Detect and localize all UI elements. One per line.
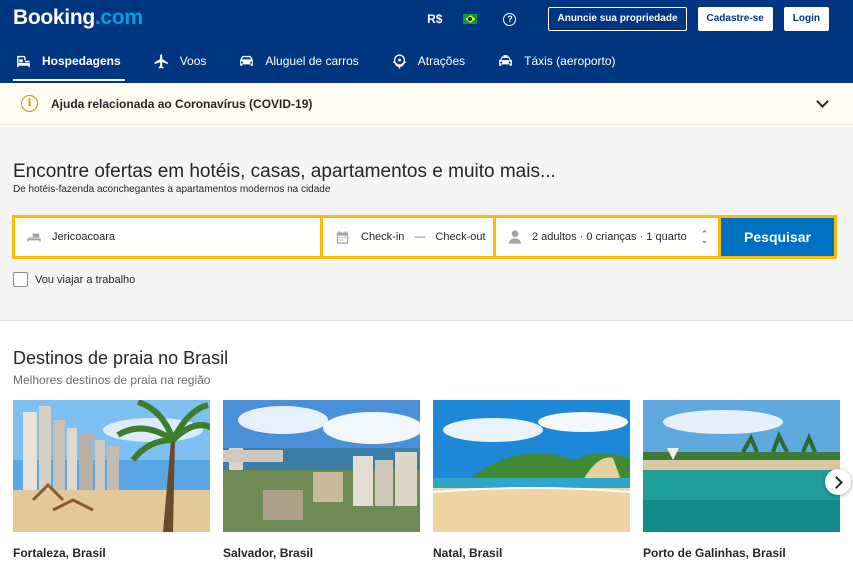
nav-item-airport-taxis[interactable]: Táxis (aeroporto) (495, 43, 619, 79)
register-button[interactable]: Cadastre-se (697, 7, 773, 31)
destination-name[interactable]: Natal, Brasil (433, 546, 630, 560)
brazil-flag-icon[interactable] (463, 14, 478, 24)
taxi-icon (499, 54, 513, 66)
destination-card-salvador[interactable]: Salvador, Brasil (223, 400, 420, 560)
guests-summary: 2 adultos · 0 crianças · 1 quarto (532, 231, 687, 243)
chevron-updown-icon: ⌃ ⌄ (700, 229, 709, 245)
site-header: Booking.com R$ ? Anuncie sua propriedade… (0, 0, 853, 83)
destination-photo-salvador[interactable] (223, 400, 420, 532)
work-trip-checkbox[interactable] (13, 272, 28, 287)
destination-name[interactable]: Porto de Galinhas, Brasil (643, 546, 840, 560)
carousel-next-button[interactable] (825, 469, 851, 495)
work-trip-label: Vou viajar a trabalho (35, 273, 136, 286)
bed-icon (17, 55, 30, 67)
nav-item-label: Aluguel de carros (265, 54, 359, 68)
logo-main-text: Booking (13, 6, 95, 29)
currency-selector[interactable]: R$ (427, 12, 442, 26)
chevron-down-icon[interactable] (816, 95, 829, 108)
covid-banner[interactable]: i Ajuda relacionada ao Coronavírus (COVI… (0, 83, 853, 125)
destination-photo-fortaleza[interactable] (13, 400, 210, 532)
date-separator: — (414, 231, 426, 243)
nav-item-label: Voos (179, 54, 207, 68)
section-title: Destinos de praia no Brasil (13, 348, 229, 368)
page-subtitle: De hotéis-fazenda aconchegantes a aparta… (13, 184, 331, 195)
nav-item-flights[interactable]: Voos (151, 43, 211, 79)
nav-item-label: Táxis (aeroporto) (524, 54, 616, 68)
checkout-label[interactable]: Check-out (435, 231, 485, 243)
airplane-icon (154, 53, 168, 69)
page-title: Encontre ofertas em hotéis, casas, apart… (13, 161, 556, 182)
main-nav: Hospedagens Voos Aluguel de carros Atraç… (13, 43, 646, 83)
covid-banner-text: Ajuda relacionada ao Coronavírus (COVID-… (51, 96, 313, 111)
nav-item-stays[interactable]: Hospedagens (13, 43, 125, 81)
destination-name[interactable]: Fortaleza, Brasil (13, 546, 210, 560)
checkin-label[interactable]: Check-in (361, 231, 404, 243)
calendar-icon (336, 230, 349, 244)
nav-item-label: Hospedagens (42, 54, 121, 68)
header-actions: R$ ? Anuncie sua propriedade Cadastre-se… (427, 7, 829, 31)
destination-photo-natal[interactable] (433, 400, 630, 532)
question-circle-icon[interactable]: ? (503, 12, 517, 26)
date-field[interactable]: Check-in — Check-out (323, 218, 493, 256)
guests-field[interactable]: 2 adultos · 0 crianças · 1 quarto ⌃ ⌄ (496, 218, 718, 256)
nav-item-attractions[interactable]: Atrações (389, 43, 469, 79)
list-property-button[interactable]: Anuncie sua propriedade (548, 7, 687, 31)
nav-item-car-rental[interactable]: Aluguel de carros (236, 43, 362, 79)
destination-card-porto-de-galinhas[interactable]: Porto de Galinhas, Brasil (643, 400, 840, 560)
destination-photo-porto-de-galinhas[interactable] (643, 400, 840, 532)
booking-logo[interactable]: Booking.com (13, 6, 143, 30)
search-bar: Jericoacoara Check-in — Check-out 2 adul… (12, 215, 837, 259)
destination-field[interactable]: Jericoacoara (15, 218, 320, 256)
destination-card-natal[interactable]: Natal, Brasil (433, 400, 630, 560)
bed-icon (27, 233, 41, 242)
destination-name[interactable]: Salvador, Brasil (223, 546, 420, 560)
ferris-wheel-icon (392, 53, 406, 69)
car-icon (240, 55, 254, 66)
section-subtitle: Melhores destinos de praia na região (13, 373, 211, 387)
search-section: Encontre ofertas em hotéis, casas, apart… (0, 126, 853, 321)
nav-item-label: Atrações (417, 54, 466, 68)
work-trip-option[interactable]: Vou viajar a trabalho (13, 272, 135, 287)
login-button[interactable]: Login (783, 7, 829, 31)
destination-input[interactable]: Jericoacoara (52, 231, 115, 243)
person-icon (509, 230, 521, 244)
logo-suffix-text: .com (94, 6, 143, 29)
destination-card-fortaleza[interactable]: Fortaleza, Brasil (13, 400, 210, 560)
info-circle-icon: i (21, 95, 38, 112)
search-button[interactable]: Pesquisar (721, 218, 834, 256)
destination-carousel: Fortaleza, Brasil Salvador, Brasil Natal… (13, 400, 853, 560)
